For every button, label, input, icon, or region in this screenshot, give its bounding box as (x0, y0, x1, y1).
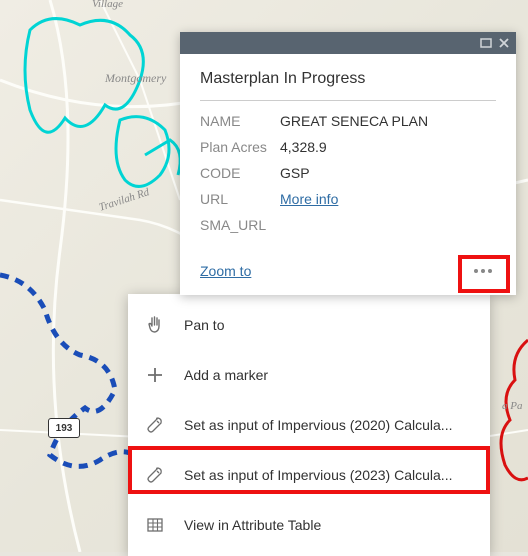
more-info-link: More info (280, 191, 338, 207)
plus-icon (144, 364, 166, 386)
attr-row: SMA_URL (200, 217, 496, 233)
menu-item-impervious-2020[interactable]: Set as input of Impervious (2020) Calcul… (128, 400, 490, 450)
highway-shield: 193 (48, 418, 80, 438)
popup-title: Masterplan In Progress (200, 70, 496, 101)
feature-popup: Masterplan In Progress NAME GREAT SENECA… (180, 32, 516, 295)
attr-value: 4,328.9 (280, 139, 327, 155)
table-icon (144, 514, 166, 536)
more-actions-button[interactable] (464, 257, 502, 285)
maximize-icon[interactable] (480, 37, 492, 49)
zoom-to-link[interactable]: Zoom to (200, 263, 251, 279)
menu-item-add-marker[interactable]: Add a marker (128, 350, 490, 400)
wrench-icon (144, 414, 166, 436)
attr-key: URL (200, 191, 280, 207)
pan-icon (144, 314, 166, 336)
map-label: Montgomery (105, 71, 166, 86)
menu-item-label: Set as input of Impervious (2023) Calcul… (184, 467, 474, 483)
menu-item-pan-to[interactable]: Pan to (128, 300, 490, 350)
map-label: a Pa (502, 400, 522, 412)
attr-key: CODE (200, 165, 280, 181)
menu-item-label: Add a marker (184, 367, 474, 383)
context-menu: Pan to Add a marker Set as input of Impe… (128, 294, 490, 556)
attr-key: NAME (200, 113, 280, 129)
menu-item-view-table[interactable]: View in Attribute Table (128, 500, 490, 550)
menu-item-label: View in Attribute Table (184, 517, 474, 533)
wrench-icon (144, 464, 166, 486)
ellipsis-icon (473, 268, 493, 274)
close-icon[interactable] (498, 37, 510, 49)
attr-value[interactable]: More info (280, 191, 338, 207)
attr-value: GREAT SENECA PLAN (280, 113, 428, 129)
map-label: Village (92, 0, 123, 10)
attr-row: NAME GREAT SENECA PLAN (200, 113, 496, 129)
attribute-table: NAME GREAT SENECA PLAN Plan Acres 4,328.… (200, 113, 496, 233)
attr-value: GSP (280, 165, 310, 181)
attr-key: Plan Acres (200, 139, 280, 155)
attr-key: SMA_URL (200, 217, 280, 233)
menu-item-label: Set as input of Impervious (2020) Calcul… (184, 417, 474, 433)
attr-row: CODE GSP (200, 165, 496, 181)
menu-item-label: Pan to (184, 317, 474, 333)
popup-titlebar (180, 32, 516, 54)
attr-row: URL More info (200, 191, 496, 207)
attr-row: Plan Acres 4,328.9 (200, 139, 496, 155)
menu-item-impervious-2023[interactable]: Set as input of Impervious (2023) Calcul… (128, 450, 490, 500)
